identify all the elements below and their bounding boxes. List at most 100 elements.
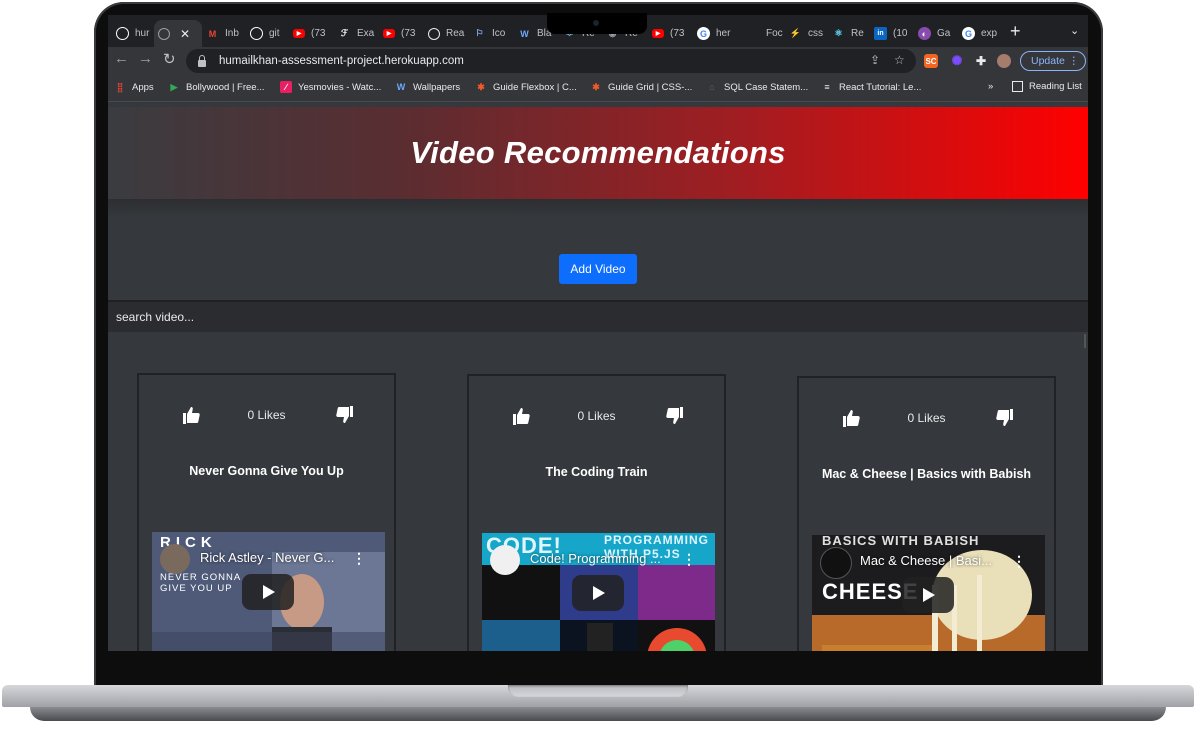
- page-title: Video Recommendations: [410, 135, 786, 170]
- tab-label: (73: [311, 28, 326, 39]
- extension-gear-icon[interactable]: ✺: [950, 53, 964, 68]
- github-icon: [250, 27, 263, 40]
- bookmarks-bar: ⣿ Apps ▶ Bollywood | Free... ∕ Yesmovies…: [108, 75, 1088, 102]
- flag-icon: ⚐: [475, 28, 484, 38]
- reading-list-label: Reading List: [1029, 81, 1082, 92]
- channel-avatar[interactable]: [490, 545, 520, 575]
- share-icon[interactable]: ⇪: [870, 53, 880, 67]
- tab-label: Inb: [225, 28, 239, 39]
- star-icon[interactable]: ☆: [894, 53, 905, 67]
- tab-gmail-inbox[interactable]: M Inb: [202, 20, 246, 47]
- tab-label: Exa: [357, 28, 375, 39]
- tab-label: exp: [981, 28, 998, 39]
- play-button-icon[interactable]: [242, 574, 294, 610]
- more-options-icon[interactable]: ⋮: [1012, 553, 1026, 570]
- hero-shadow: [108, 199, 1088, 217]
- bookmark-react-tutorial[interactable]: ≡ React Tutorial: Le...: [821, 81, 921, 93]
- bookmark-wallpapers[interactable]: W Wallpapers: [395, 81, 460, 93]
- laptop-base: [0, 681, 1196, 731]
- update-button[interactable]: Update ⋮: [1020, 51, 1086, 71]
- youtube-embed[interactable]: RICK NEVER GONNA GIVE YOU UP Rick Astley…: [152, 532, 385, 651]
- yesmovies-icon: ∕: [280, 81, 292, 93]
- google-icon: G: [697, 27, 710, 40]
- reload-icon[interactable]: ↻: [163, 50, 176, 68]
- bookmark-label: Guide Flexbox | C...: [493, 81, 577, 93]
- profile-avatar[interactable]: [997, 54, 1011, 68]
- react-icon: ⚛: [834, 28, 843, 38]
- add-video-button[interactable]: Add Video: [559, 254, 637, 284]
- globe-icon: [158, 27, 170, 40]
- close-tab-icon[interactable]: ✕: [180, 27, 190, 41]
- tab-youtube-3[interactable]: ▶ (73: [648, 20, 694, 47]
- scrollbar-thumb[interactable]: [1084, 334, 1086, 348]
- browser-window: hur ✕ M Inb git ▶ (73 ℱ Exa ▶ (73 Rea ⚐ …: [108, 15, 1088, 651]
- tab-label: (73: [670, 28, 685, 39]
- more-menu-icon[interactable]: ⋮: [1069, 55, 1080, 67]
- tab-rea[interactable]: Rea: [424, 20, 468, 47]
- bookmark-apps[interactable]: ⣿ Apps: [114, 81, 154, 93]
- play-button-icon[interactable]: [902, 577, 954, 613]
- reading-list-icon: [1012, 81, 1023, 92]
- tab-linkedin[interactable]: in (10: [870, 20, 916, 47]
- bookmark-sql[interactable]: ⌂ SQL Case Statem...: [706, 81, 808, 93]
- lock-icon: [198, 54, 206, 67]
- bookmark-flexbox[interactable]: ✱ Guide Flexbox | C...: [475, 81, 577, 93]
- tab-exa[interactable]: ℱ Exa: [334, 20, 380, 47]
- video-title: Never Gonna Give You Up: [189, 464, 344, 478]
- tab-google-her[interactable]: G her: [693, 20, 739, 47]
- back-arrow-icon[interactable]: ←: [114, 50, 129, 67]
- embed-title[interactable]: Rick Astley - Never G...: [200, 550, 350, 565]
- page-content: Video Recommendations Add Video 0 Likes …: [108, 102, 1088, 651]
- thumbs-down-icon[interactable]: [665, 406, 685, 426]
- video-title: The Coding Train: [545, 465, 648, 479]
- tab-youtube-2[interactable]: ▶ (73: [379, 20, 425, 47]
- address-bar[interactable]: humailkhan-assessment-project.herokuapp.…: [186, 49, 916, 73]
- tab-github-hur[interactable]: hur: [112, 20, 156, 47]
- more-bookmarks-label: »: [988, 81, 994, 92]
- tab-active[interactable]: ✕: [154, 20, 202, 47]
- extension-sc-icon[interactable]: SC: [924, 54, 938, 68]
- more-options-icon[interactable]: ⋮: [682, 551, 696, 568]
- react-tutorial-icon: ≡: [824, 82, 830, 92]
- embed-title[interactable]: Mac & Cheese | Basi...: [860, 553, 1010, 568]
- youtube-embed[interactable]: BASICS WITH BABISH CHEESE Mac & Cheese |…: [812, 535, 1045, 651]
- bookmark-label: Wallpapers: [413, 81, 461, 93]
- sql-icon: ⌂: [709, 82, 715, 92]
- bookmark-yesmovies[interactable]: ∕ Yesmovies - Watc...: [280, 81, 381, 93]
- channel-avatar[interactable]: [160, 544, 190, 574]
- tab-gatsby[interactable]: ◐ Ga: [914, 20, 958, 47]
- extensions-puzzle-icon[interactable]: ✚: [974, 54, 988, 68]
- github-icon: [116, 27, 129, 40]
- bookmark-label: Yesmovies - Watc...: [298, 81, 382, 93]
- channel-avatar[interactable]: [820, 547, 852, 579]
- bookmark-label: SQL Case Statem...: [724, 81, 809, 93]
- play-button-icon[interactable]: [572, 575, 624, 611]
- thumbs-down-icon[interactable]: [995, 408, 1015, 428]
- youtube-embed[interactable]: CODE! PROGRAMMING WITH P5.JS Code! Progr…: [482, 533, 715, 651]
- bookmark-bollywood[interactable]: ▶ Bollywood | Free...: [168, 81, 265, 93]
- new-tab-icon[interactable]: +: [1010, 21, 1021, 42]
- laptop-base-bottom: [30, 707, 1166, 721]
- tab-css[interactable]: ⚡ css: [785, 20, 831, 47]
- more-bookmarks-chevron[interactable]: »: [988, 81, 993, 92]
- tab-icons[interactable]: ⚐ Ico: [469, 20, 515, 47]
- tab-search-chevron-icon[interactable]: ⌄: [1070, 24, 1079, 37]
- thumbs-down-icon[interactable]: [335, 405, 355, 425]
- search-video-input[interactable]: [108, 300, 1088, 332]
- embed-title[interactable]: Code! Programming ...: [530, 551, 680, 566]
- tab-label: Re: [851, 28, 864, 39]
- tab-react-3[interactable]: ⚛ Re: [828, 20, 872, 47]
- tab-youtube-1[interactable]: ▶ (73: [289, 20, 333, 47]
- bookmark-grid[interactable]: ✱ Guide Grid | CSS-...: [590, 81, 692, 93]
- more-options-icon[interactable]: ⋮: [352, 550, 366, 567]
- tab-label: Foc: [766, 28, 783, 39]
- forward-arrow-icon[interactable]: →: [138, 50, 153, 67]
- css-tricks-icon: ✱: [592, 81, 600, 92]
- tab-focus[interactable]: Foc: [743, 20, 787, 47]
- youtube-icon: ▶: [383, 29, 395, 38]
- url-text: humailkhan-assessment-project.herokuapp.…: [219, 55, 464, 67]
- like-count: 0 Likes: [907, 411, 946, 425]
- tab-github[interactable]: git: [246, 20, 290, 47]
- tab-google-exp[interactable]: G exp: [958, 20, 1004, 47]
- reading-list[interactable]: Reading List: [1012, 81, 1082, 92]
